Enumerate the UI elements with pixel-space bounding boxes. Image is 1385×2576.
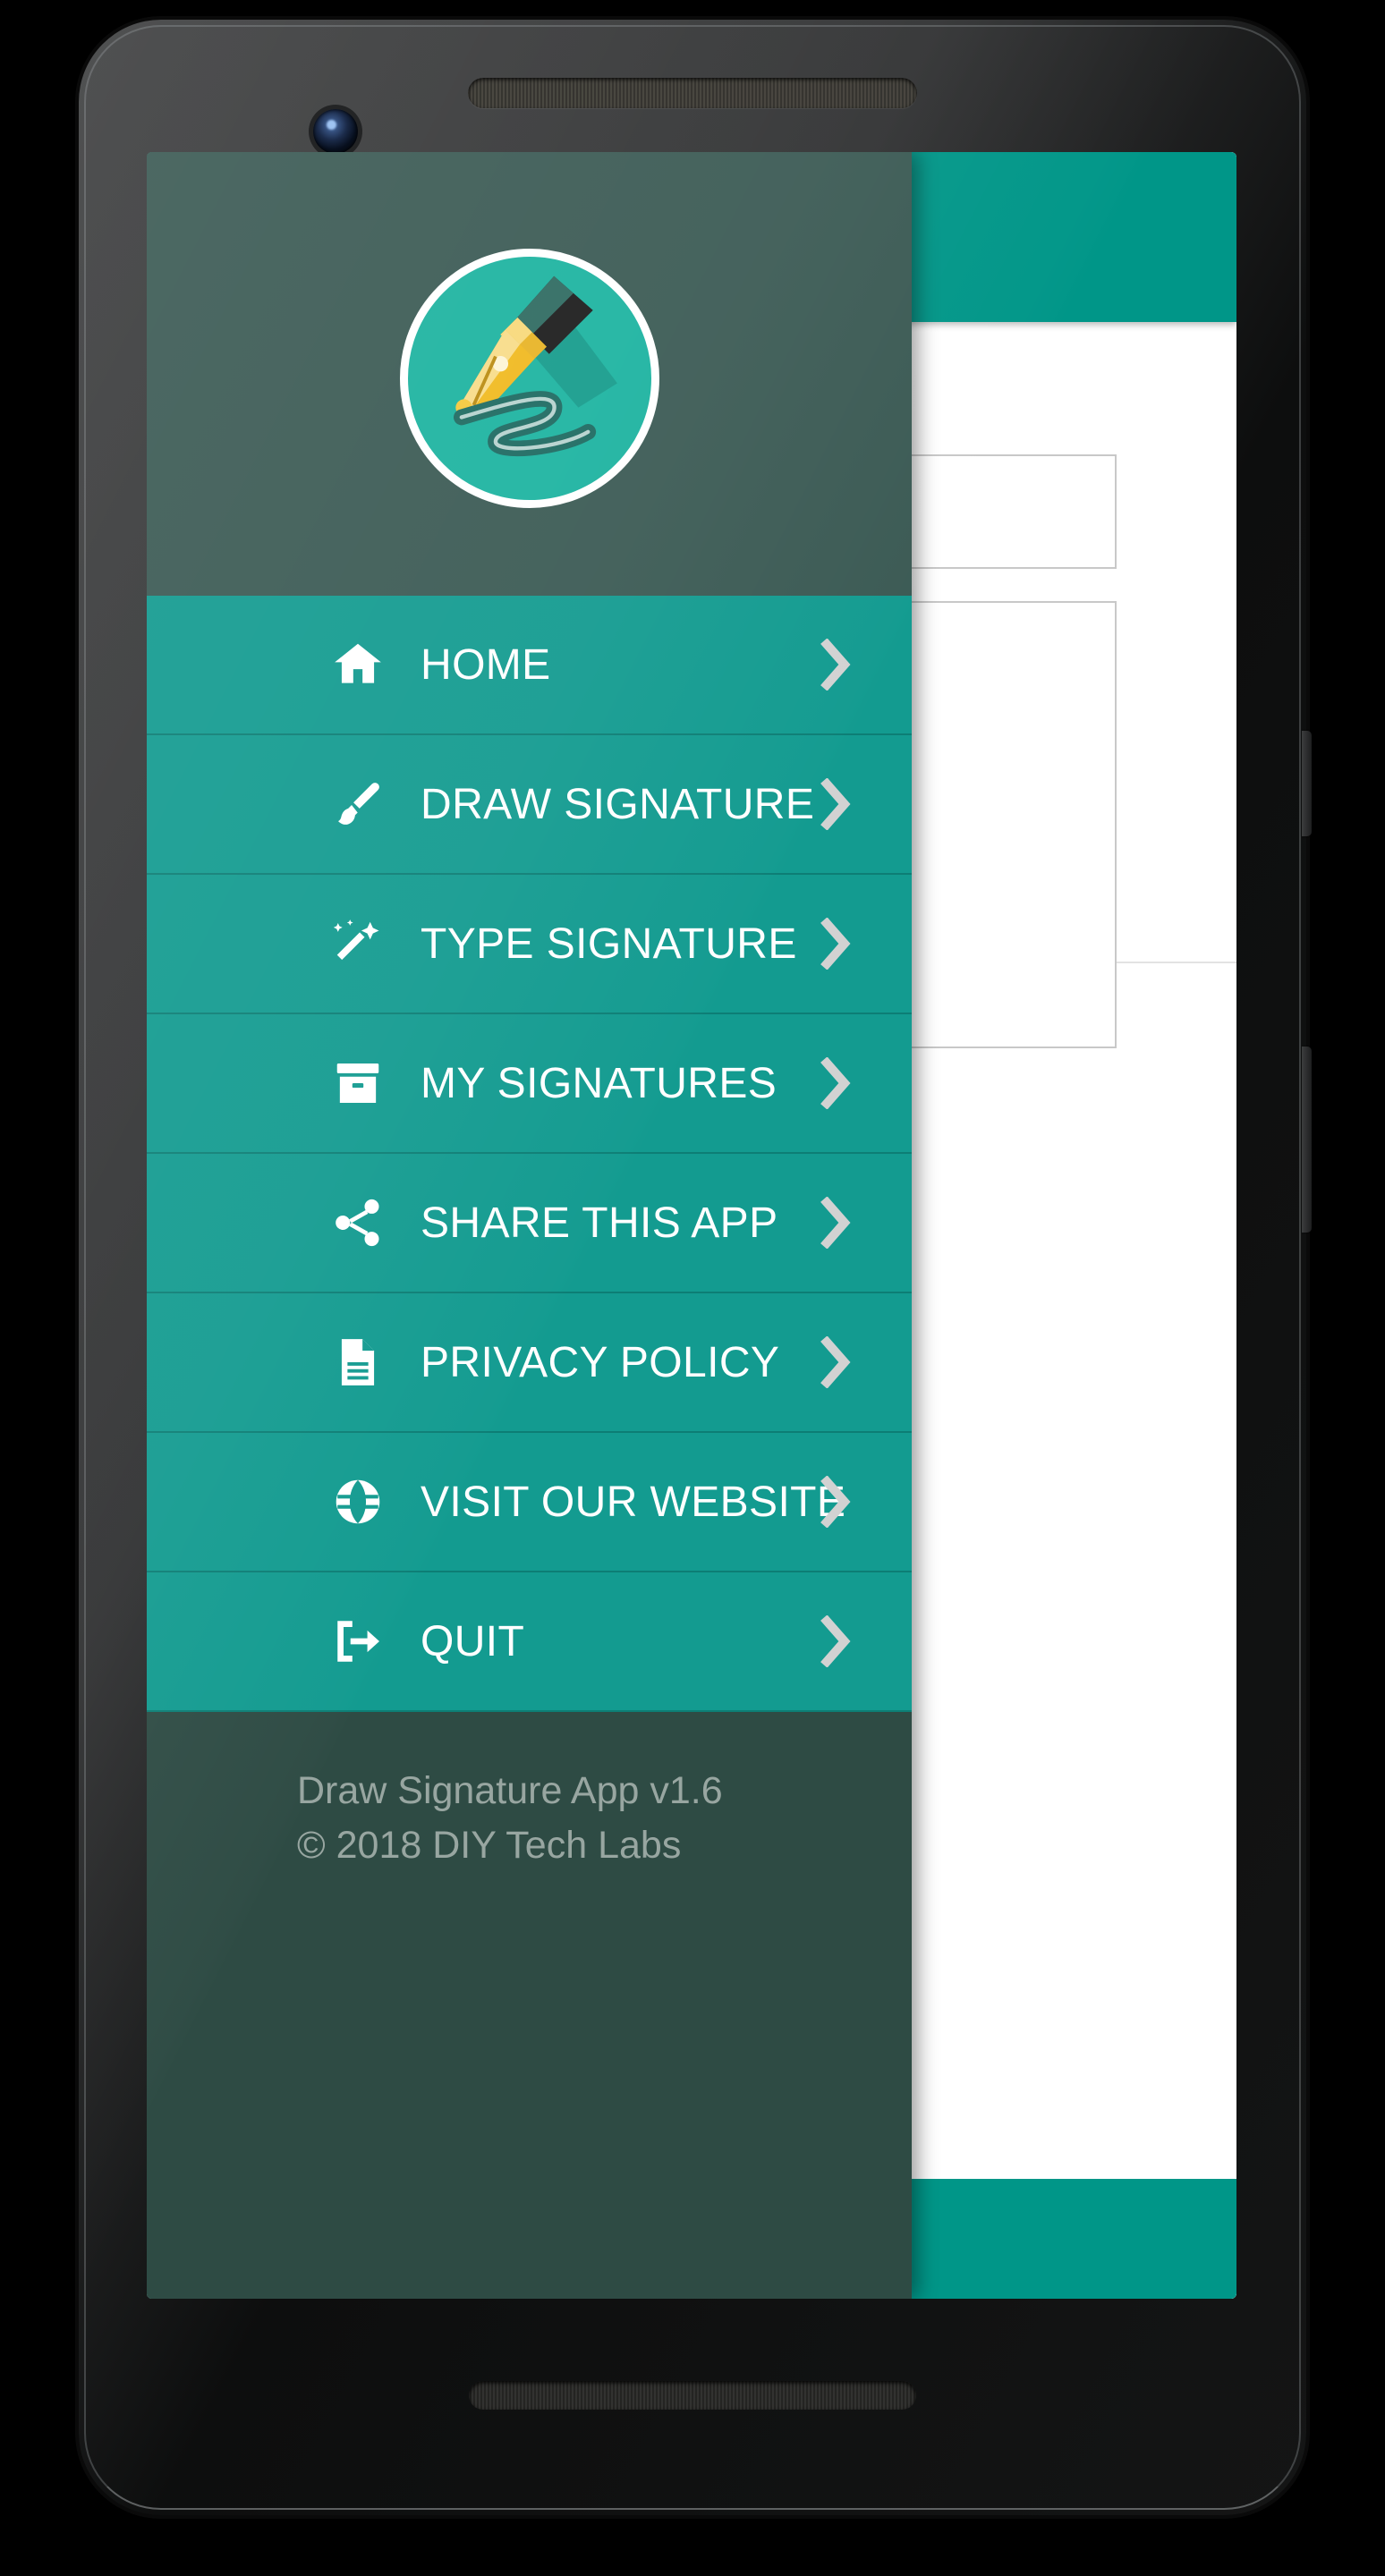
- sidebar-item-my-signatures[interactable]: MY SIGNATURES: [147, 1014, 912, 1154]
- app-version-text: Draw Signature App v1.6: [297, 1769, 723, 1812]
- chevron-right-icon: [820, 917, 851, 970]
- drawer-footer: Draw Signature App v1.6 © 2018 DIY Tech …: [147, 1712, 912, 2299]
- sidebar-item-label: HOME: [421, 640, 551, 689]
- sidebar-item-label: PRIVACY POLICY: [421, 1338, 780, 1386]
- globe-icon: [330, 1474, 386, 1530]
- sidebar-item-home[interactable]: HOME: [147, 596, 912, 735]
- sidebar-item-visit-our-website[interactable]: VISIT OUR WEBSITE: [147, 1433, 912, 1572]
- camera-glint: [327, 120, 336, 130]
- brush-icon: [330, 776, 386, 832]
- volume-button[interactable]: [1302, 1046, 1312, 1233]
- chevron-right-icon: [820, 1614, 851, 1668]
- sidebar-item-privacy-policy[interactable]: PRIVACY POLICY: [147, 1293, 912, 1433]
- sign-out-icon: [330, 1614, 386, 1669]
- sidebar-item-quit[interactable]: QUIT: [147, 1572, 912, 1712]
- copyright-text: © 2018 DIY Tech Labs: [297, 1824, 682, 1868]
- chevron-right-icon: [820, 1335, 851, 1389]
- sidebar-item-label: TYPE SIGNATURE: [421, 919, 797, 968]
- chevron-right-icon: [820, 1196, 851, 1250]
- document-icon: [330, 1335, 386, 1390]
- home-icon: [330, 637, 386, 692]
- archive-box-icon: [330, 1055, 386, 1111]
- sidebar-item-type-signature[interactable]: TYPE SIGNATURE: [147, 875, 912, 1014]
- earpiece-speaker: [468, 78, 917, 108]
- drawer-header: [147, 152, 912, 596]
- front-camera-icon: [313, 109, 358, 154]
- sidebar-item-label: DRAW SIGNATURE: [421, 780, 815, 828]
- chevron-right-icon: [820, 777, 851, 831]
- chevron-right-icon: [820, 638, 851, 691]
- phone-screen: Typ Write your PREV STYLE: [147, 152, 1236, 2299]
- sidebar-item-share-this-app[interactable]: SHARE THIS APP: [147, 1154, 912, 1293]
- sidebar-item-label: SHARE THIS APP: [421, 1199, 778, 1247]
- fountain-pen-signature-logo: [399, 249, 659, 508]
- sidebar-item-label: MY SIGNATURES: [421, 1059, 777, 1107]
- bottom-speaker-grille: [469, 2381, 916, 2410]
- navigation-drawer: HOME DRAW SIGNATURE TYPE SIGNATURE MY SI…: [147, 152, 912, 2299]
- share-nodes-icon: [330, 1195, 386, 1250]
- sidebar-item-draw-signature[interactable]: DRAW SIGNATURE: [147, 735, 912, 875]
- sidebar-item-label: QUIT: [421, 1617, 525, 1665]
- sidebar-item-label: VISIT OUR WEBSITE: [421, 1478, 846, 1526]
- phone-device-frame: Typ Write your PREV STYLE: [79, 20, 1312, 2515]
- chevron-right-icon: [820, 1056, 851, 1110]
- magic-wand-icon: [330, 916, 386, 971]
- power-button[interactable]: [1302, 731, 1312, 836]
- chevron-right-icon: [820, 1475, 851, 1529]
